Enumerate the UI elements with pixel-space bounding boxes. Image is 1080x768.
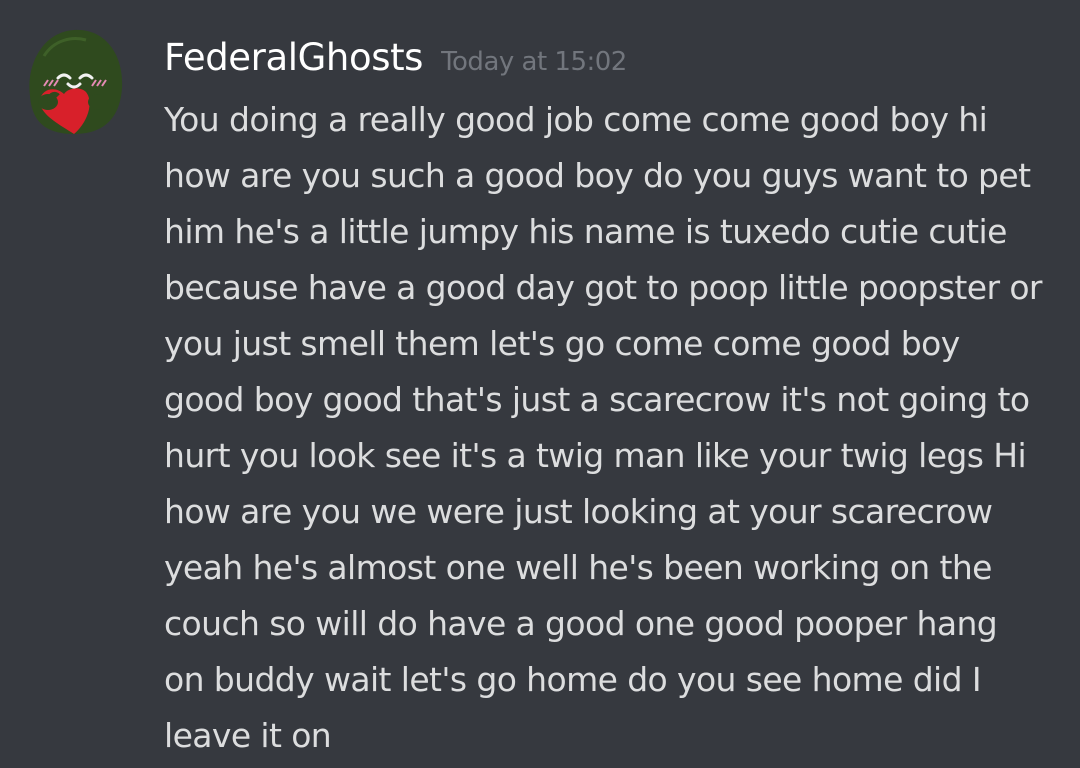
message-line: on buddy wait let's go home do you see h…: [164, 660, 982, 699]
message-content: You doing a really good job come come go…: [164, 96, 1064, 768]
user-avatar[interactable]: [24, 26, 126, 136]
message-line: You doing a really good job come come go…: [164, 100, 988, 139]
message-line: leave it on: [164, 716, 332, 755]
message-line: couch so will do have a good one good po…: [164, 604, 998, 643]
green-blob-holding-heart-avatar-icon: [29, 29, 123, 134]
message-line: how are you such a good boy do you guys …: [164, 156, 1031, 195]
message-line: hurt you look see it's a twig man like y…: [164, 436, 1027, 475]
message-line: good boy good that's just a scarecrow it…: [164, 380, 1030, 419]
timestamp[interactable]: Today at 15:02: [441, 47, 627, 77]
message-line: you just smell them let's go come come g…: [164, 324, 960, 363]
message-line: because have a good day got to poop litt…: [164, 268, 1042, 307]
message-line: yeah he's almost one well he's been work…: [164, 548, 992, 587]
chat-message: FederalGhosts Today at 15:02 You doing a…: [0, 0, 1080, 768]
message-line: how are you we were just looking at your…: [164, 492, 993, 531]
message-header: FederalGhosts Today at 15:02: [164, 36, 627, 79]
message-line: him he's a little jumpy his name is tuxe…: [164, 212, 1007, 251]
username[interactable]: FederalGhosts: [164, 36, 423, 79]
